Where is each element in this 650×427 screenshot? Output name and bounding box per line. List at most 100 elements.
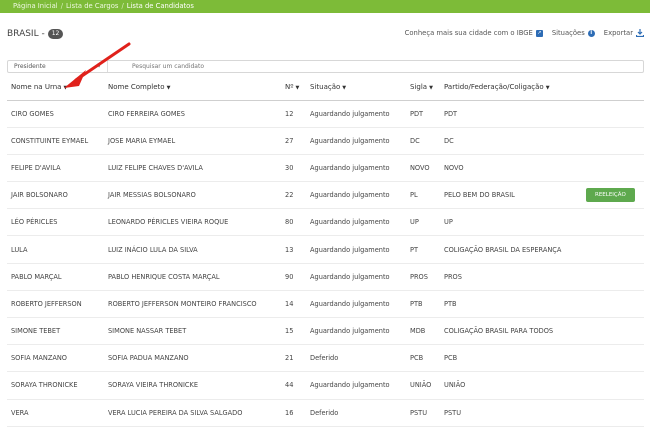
candidate-urna-name[interactable]: LULA [7,235,104,264]
candidate-number: 16 [281,399,306,427]
page-title: BRASIL - 12 [7,29,64,39]
table-row[interactable]: CONSTITUINTE EYMAEL JOSE MARIA EYMAEL 27 Ag… [7,127,644,155]
candidate-urna-name[interactable]: JAIR BOLSONARO [7,181,104,210]
candidate-status: Deferido [306,344,406,373]
table-row[interactable]: VERA VERA LUCIA PEREIRA DA SILVA SALGADO 1… [7,399,644,427]
candidate-party-acronym: UP [406,208,440,237]
download-icon [635,29,645,38]
candidate-coalition: NOVO [440,154,582,183]
badge-cell [582,290,644,319]
col-completo-label: Nome Completo [108,82,165,91]
sort-caret-icon: ▼ [545,84,550,91]
top-links: Conheça mais sua cidade com o IBGE ↗ Sit… [405,29,645,38]
badge-cell [582,399,644,427]
col-situacao[interactable]: Situação ▼ [306,74,406,101]
candidate-status: Aguardando julgamento [306,263,406,291]
candidate-status: Aguardando julgamento [306,154,406,183]
candidate-full-name: LUIZ FELIPE CHAVES D'AVILA [104,154,281,183]
candidate-number: 90 [281,263,306,291]
candidate-coalition: PELO BEM DO BRASIL [440,181,582,210]
badge-cell [582,235,644,264]
candidate-coalition: UP [440,208,582,237]
candidate-number: 30 [281,154,306,183]
table-row[interactable]: ROBERTO JEFFERSON ROBERTO JEFFERSON MONTE… [7,290,644,319]
badge-cell [582,127,644,155]
candidate-urna-name[interactable]: CIRO GOMES [7,100,104,128]
candidate-full-name: JOSE MARIA EYMAEL [104,127,281,155]
situacoes-link[interactable]: Situações i [552,29,595,37]
situacoes-link-label: Situações [551,29,585,37]
candidate-coalition: PDT [440,100,582,128]
candidate-status: Aguardando julgamento [306,290,406,319]
page-title-text: BRASIL - [7,29,45,39]
table-row[interactable]: PABLO MARÇAL PABLO HENRIQUE COSTA MARÇAL 9… [7,263,644,291]
table-row[interactable]: LULA LUIZ INÁCIO LULA DA SILVA 13 Aguardand… [7,235,644,264]
candidate-status: Aguardando julgamento [306,208,406,237]
candidate-full-name: ROBERTO JEFFERSON MONTEIRO FRANCISCO [104,290,281,319]
candidate-urna-name[interactable]: CONSTITUINTE EYMAEL [7,127,104,155]
candidate-number: 80 [281,208,306,237]
candidate-party-acronym: PSTU [406,399,440,427]
candidate-urna-name[interactable]: SIMONE TEBET [7,317,104,346]
badge-cell [582,154,644,183]
candidate-coalition: COLIGAÇÃO BRASIL PARA TODOS [440,317,582,346]
candidate-coalition: PSTU [440,399,582,427]
candidate-number: 12 [281,100,306,128]
badge-cell [582,371,644,400]
info-icon: i [587,29,595,37]
candidate-party-acronym: DC [406,127,440,155]
col-partido-label: Partido/Federação/Coligação [444,82,544,91]
table-row[interactable]: JAIR BOLSONARO JAIR MESSIAS BOLSONARO 22 Ag… [7,181,644,210]
candidate-status: Aguardando julgamento [306,100,406,128]
search-input[interactable] [112,61,632,72]
candidate-urna-name[interactable]: VERA [7,399,104,427]
candidate-coalition: UNIÃO [440,371,582,400]
candidate-urna-name[interactable]: FELIPE D'AVILA [7,154,104,183]
candidate-party-acronym: PTB [406,290,440,319]
candidate-number: 22 [281,181,306,210]
breadcrumb-home[interactable]: Página Inicial [13,2,58,10]
col-badge [582,74,644,101]
candidate-status: Aguardando julgamento [306,317,406,346]
ibge-link[interactable]: Conheça mais sua cidade com o IBGE ↗ [405,29,543,37]
candidate-number: 27 [281,127,306,155]
col-completo[interactable]: Nome Completo ▼ [104,74,281,101]
candidate-urna-name[interactable]: SORAYA THRONICKE [7,371,104,400]
candidate-party-acronym: MDB [406,317,440,346]
candidate-full-name: LEONARDO PÉRICLES VIEIRA ROQUE [104,208,281,237]
table-row[interactable]: FELIPE D'AVILA LUIZ FELIPE CHAVES D'AVILA… [7,154,644,183]
candidate-urna-name[interactable]: SOFIA MANZANO [7,344,104,373]
candidate-urna-name[interactable]: LÉO PÉRICLES [7,208,104,237]
cargo-select[interactable]: Presidente ▼ [8,61,108,72]
badge-cell [582,263,644,291]
col-partido[interactable]: Partido/Federação/Coligação ▼ [440,74,582,101]
reeleicao-badge[interactable]: REELEIÇÃO [586,188,635,203]
table-row[interactable]: SORAYA THRONICKE SORAYA VIEIRA THRONICKE 4… [7,371,644,400]
ibge-link-label: Conheça mais sua cidade com o IBGE [404,29,533,37]
candidate-status: Aguardando julgamento [306,371,406,400]
badge-cell [582,344,644,373]
candidate-full-name: JAIR MESSIAS BOLSONARO [104,181,281,210]
breadcrumb-cargos[interactable]: Lista de Cargos [66,2,118,10]
count-badge: 12 [47,29,64,39]
candidate-full-name: CIRO FERREIRA GOMES [104,100,281,128]
col-urna-label: Nome na Urna [11,82,62,91]
col-sigla[interactable]: Sigla ▼ [406,74,440,101]
candidate-party-acronym: UNIÃO [406,371,440,400]
candidate-party-acronym: PROS [406,263,440,291]
table-row[interactable]: SIMONE TEBET SIMONE NASSAR TEBET 15 Aguarda… [7,317,644,346]
candidate-party-acronym: PDT [406,100,440,128]
badge-cell [582,208,644,237]
candidates-table: Nome na Urna ▼ Nome Completo ▼ Nº ▼ Situaçã… [7,74,644,427]
col-urna[interactable]: Nome na Urna ▼ [7,74,104,101]
table-row[interactable]: SOFIA MANZANO SOFIA PADUA MANZANO 21 Deferi… [7,344,644,373]
candidate-coalition: PCB [440,344,582,373]
candidate-urna-name[interactable]: ROBERTO JEFFERSON [7,290,104,319]
table-row[interactable]: CIRO GOMES CIRO FERREIRA GOMES 12 Aguardand… [7,100,644,128]
candidate-number: 21 [281,344,306,373]
exportar-link[interactable]: Exportar [604,29,645,38]
col-numero[interactable]: Nº ▼ [281,74,306,101]
table-row[interactable]: LÉO PÉRICLES LEONARDO PÉRICLES VIEIRA ROQ… [7,208,644,237]
candidate-urna-name[interactable]: PABLO MARÇAL [7,263,104,291]
badge-cell [582,317,644,346]
